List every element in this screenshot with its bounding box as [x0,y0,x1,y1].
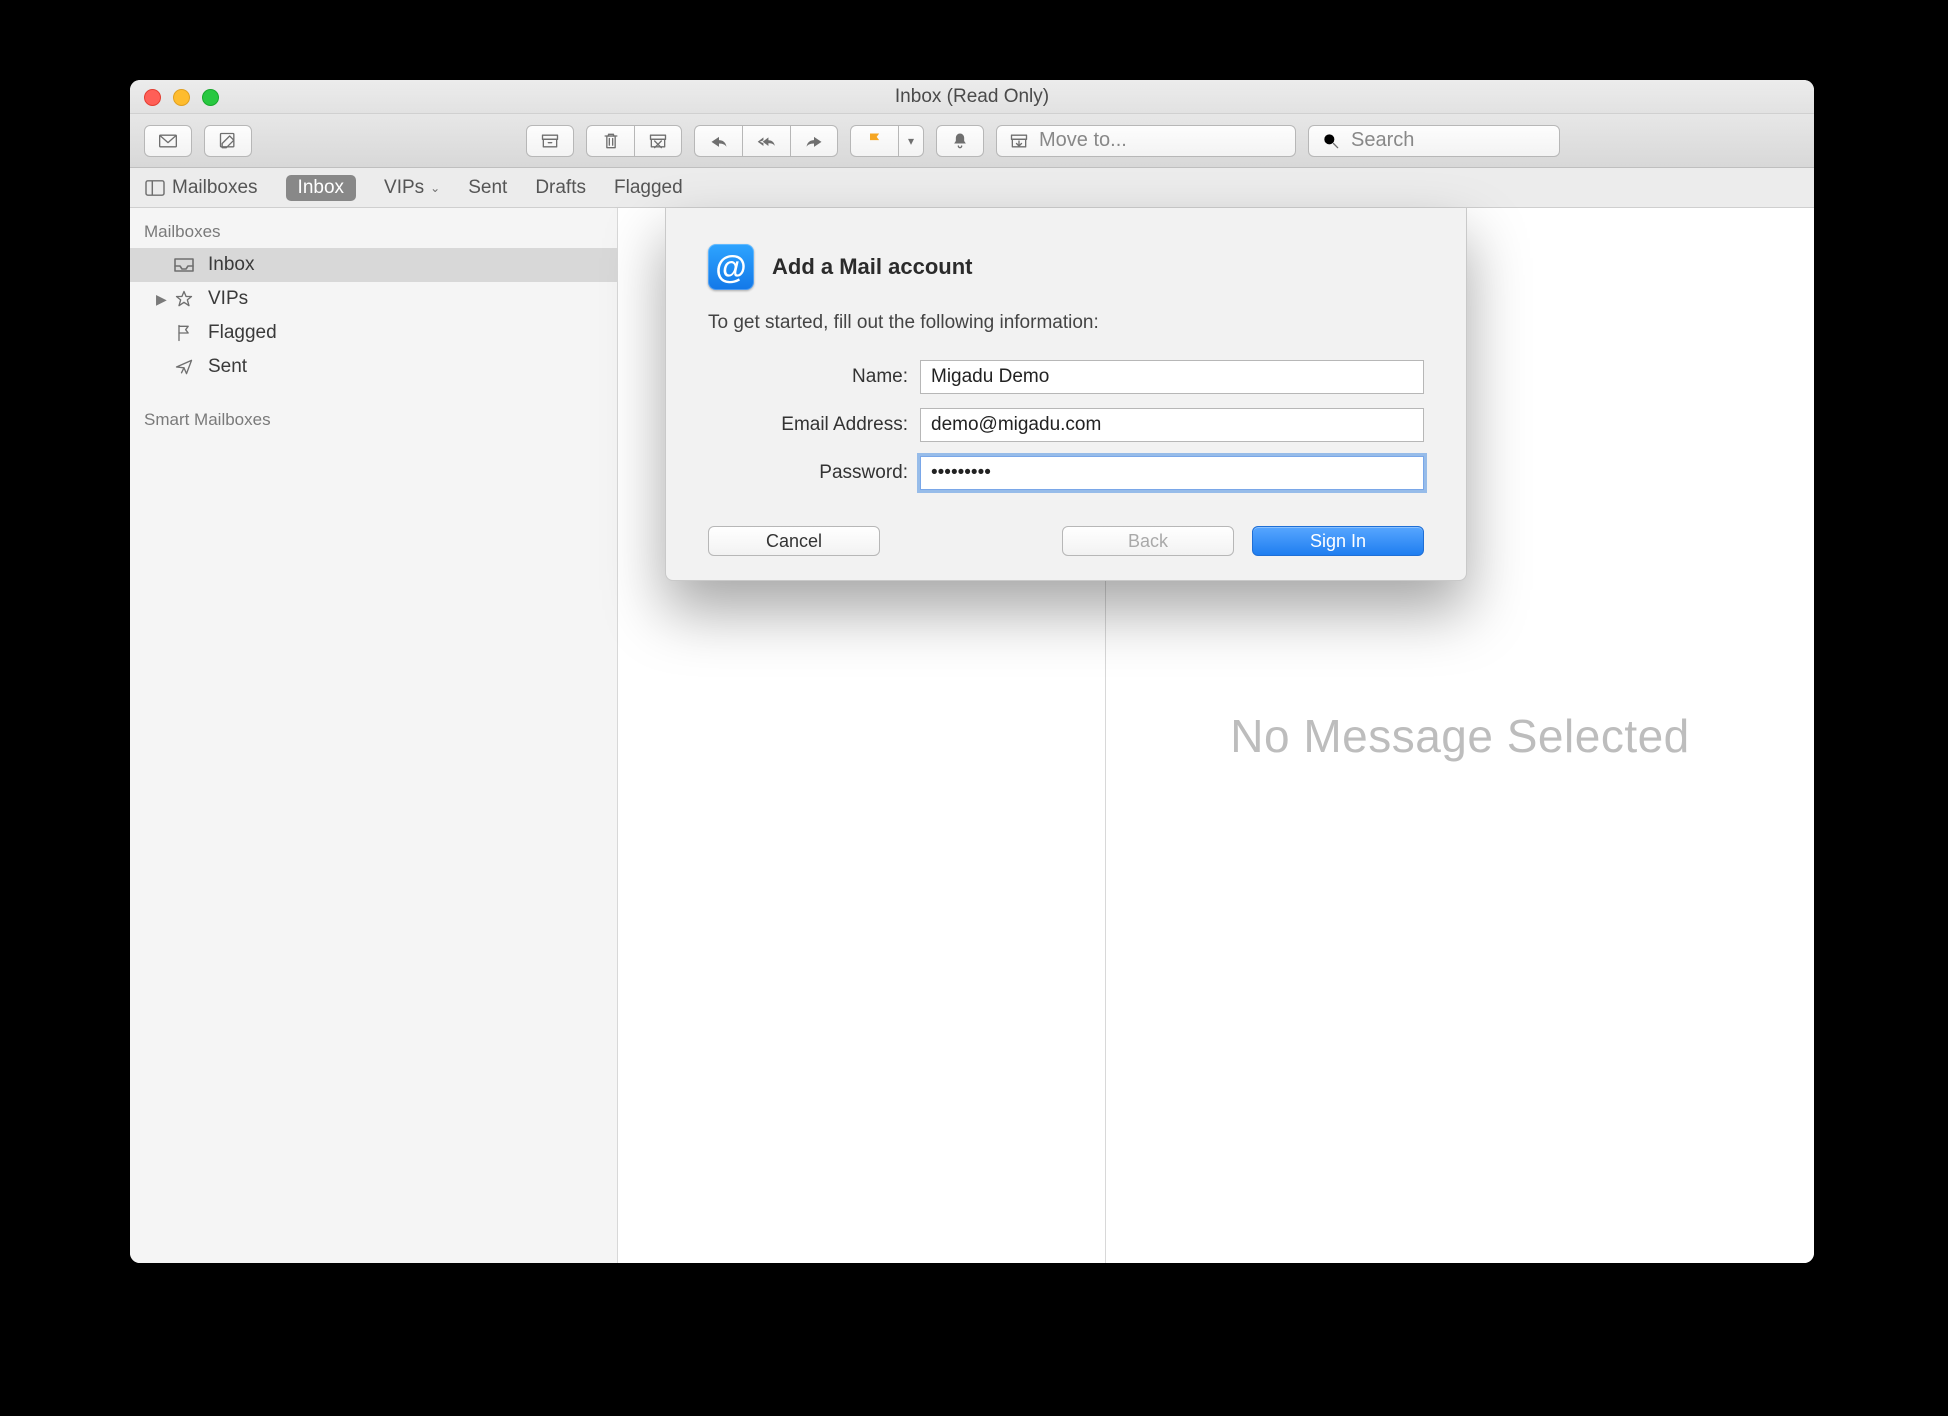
move-icon [1009,131,1029,151]
move-to-placeholder: Move to... [1039,129,1127,152]
star-icon [172,289,196,309]
sidebar-item-label: Sent [208,356,247,378]
delete-group [586,125,682,157]
sidebar-item-label: VIPs [208,288,248,310]
email-label: Email Address: [708,414,908,436]
search-icon [1321,131,1341,151]
sidebar: Mailboxes Inbox ▶ VIPs [130,208,618,1263]
fav-sent[interactable]: Sent [468,177,507,199]
sheet-description: To get started, fill out the following i… [708,312,1424,334]
get-mail-button[interactable] [144,125,192,157]
flag-menu-button[interactable]: ▾ [898,125,924,157]
fav-flagged[interactable]: Flagged [614,177,683,199]
search-field[interactable]: Search [1308,125,1560,157]
sidebar-item-inbox[interactable]: Inbox [130,248,617,282]
close-window-button[interactable] [144,89,161,106]
fav-drafts[interactable]: Drafts [535,177,586,199]
paper-plane-icon [172,357,196,377]
window-title: Inbox (Read Only) [895,86,1049,108]
chevron-down-icon: ⌄ [430,181,440,195]
flag-icon [172,323,196,343]
disclosure-triangle-icon[interactable]: ▶ [156,291,166,308]
show-mailboxes-button[interactable]: Mailboxes [144,177,258,199]
mailboxes-label: Mailboxes [172,177,258,199]
flag-button[interactable] [850,125,898,157]
reply-button[interactable] [694,125,742,157]
sidebar-item-flagged[interactable]: Flagged [130,316,617,350]
sign-in-button[interactable]: Sign In [1252,526,1424,556]
password-label: Password: [708,462,908,484]
sidebar-item-vips[interactable]: ▶ VIPs [130,282,617,316]
cancel-button[interactable]: Cancel [708,526,880,556]
toolbar: ▾ Move to... Search [130,114,1814,168]
password-field[interactable] [920,456,1424,490]
reply-group [694,125,838,157]
move-to-field[interactable]: Move to... [996,125,1296,157]
inbox-icon [172,255,196,275]
fav-vips[interactable]: VIPs⌄ [384,177,440,199]
window-controls [144,89,219,106]
fav-inbox[interactable]: Inbox [286,175,356,201]
junk-button[interactable] [634,125,682,157]
sidebar-icon [144,179,166,197]
forward-button[interactable] [790,125,838,157]
maximize-window-button[interactable] [202,89,219,106]
mail-window: Inbox (Read Only) [130,80,1814,1263]
name-label: Name: [708,366,908,388]
name-field[interactable] [920,360,1424,394]
sidebar-heading-smart: Smart Mailboxes [130,400,617,436]
sidebar-item-sent[interactable]: Sent [130,350,617,384]
reply-all-button[interactable] [742,125,790,157]
compose-button[interactable] [204,125,252,157]
minimize-window-button[interactable] [173,89,190,106]
mute-button[interactable] [936,125,984,157]
back-button[interactable]: Back [1062,526,1234,556]
sidebar-heading-mailboxes: Mailboxes [130,212,617,248]
sheet-buttons: Cancel Back Sign In [708,526,1424,556]
at-sign-icon: @ [708,244,754,290]
no-message-label: No Message Selected [1230,709,1690,763]
favorites-bar: Mailboxes Inbox VIPs⌄ Sent Drafts Flagge… [130,168,1814,208]
add-account-sheet: @ Add a Mail account To get started, fil… [665,208,1467,581]
flag-group: ▾ [850,125,924,157]
email-field[interactable] [920,408,1424,442]
search-placeholder: Search [1351,129,1414,152]
titlebar: Inbox (Read Only) [130,80,1814,114]
archive-button[interactable] [526,125,574,157]
sheet-title: Add a Mail account [772,254,972,280]
delete-button[interactable] [586,125,634,157]
sidebar-item-label: Flagged [208,322,277,344]
sidebar-item-label: Inbox [208,254,254,276]
account-form: Name: Email Address: Password: [708,360,1424,490]
